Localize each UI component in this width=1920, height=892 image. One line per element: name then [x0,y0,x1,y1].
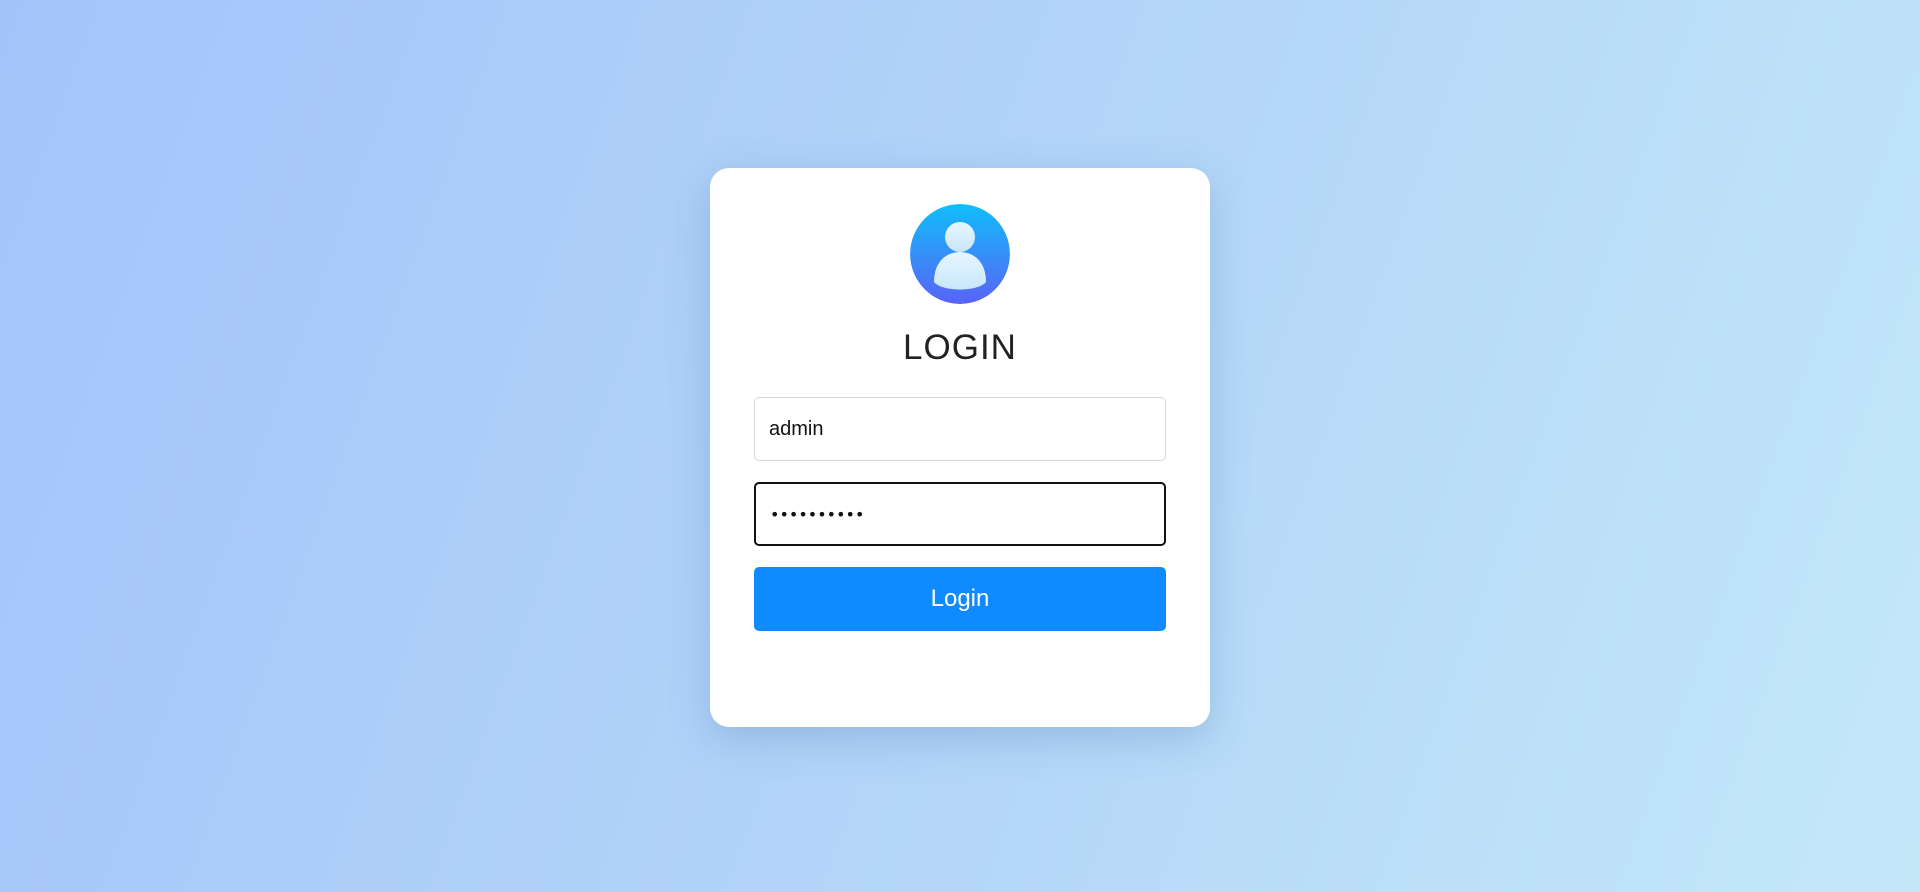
login-card: LOGIN Login [710,168,1210,727]
username-input[interactable] [754,397,1166,461]
login-button[interactable]: Login [754,567,1166,631]
password-input[interactable] [754,482,1166,546]
user-avatar-icon [910,204,1010,304]
login-title: LOGIN [903,328,1017,367]
